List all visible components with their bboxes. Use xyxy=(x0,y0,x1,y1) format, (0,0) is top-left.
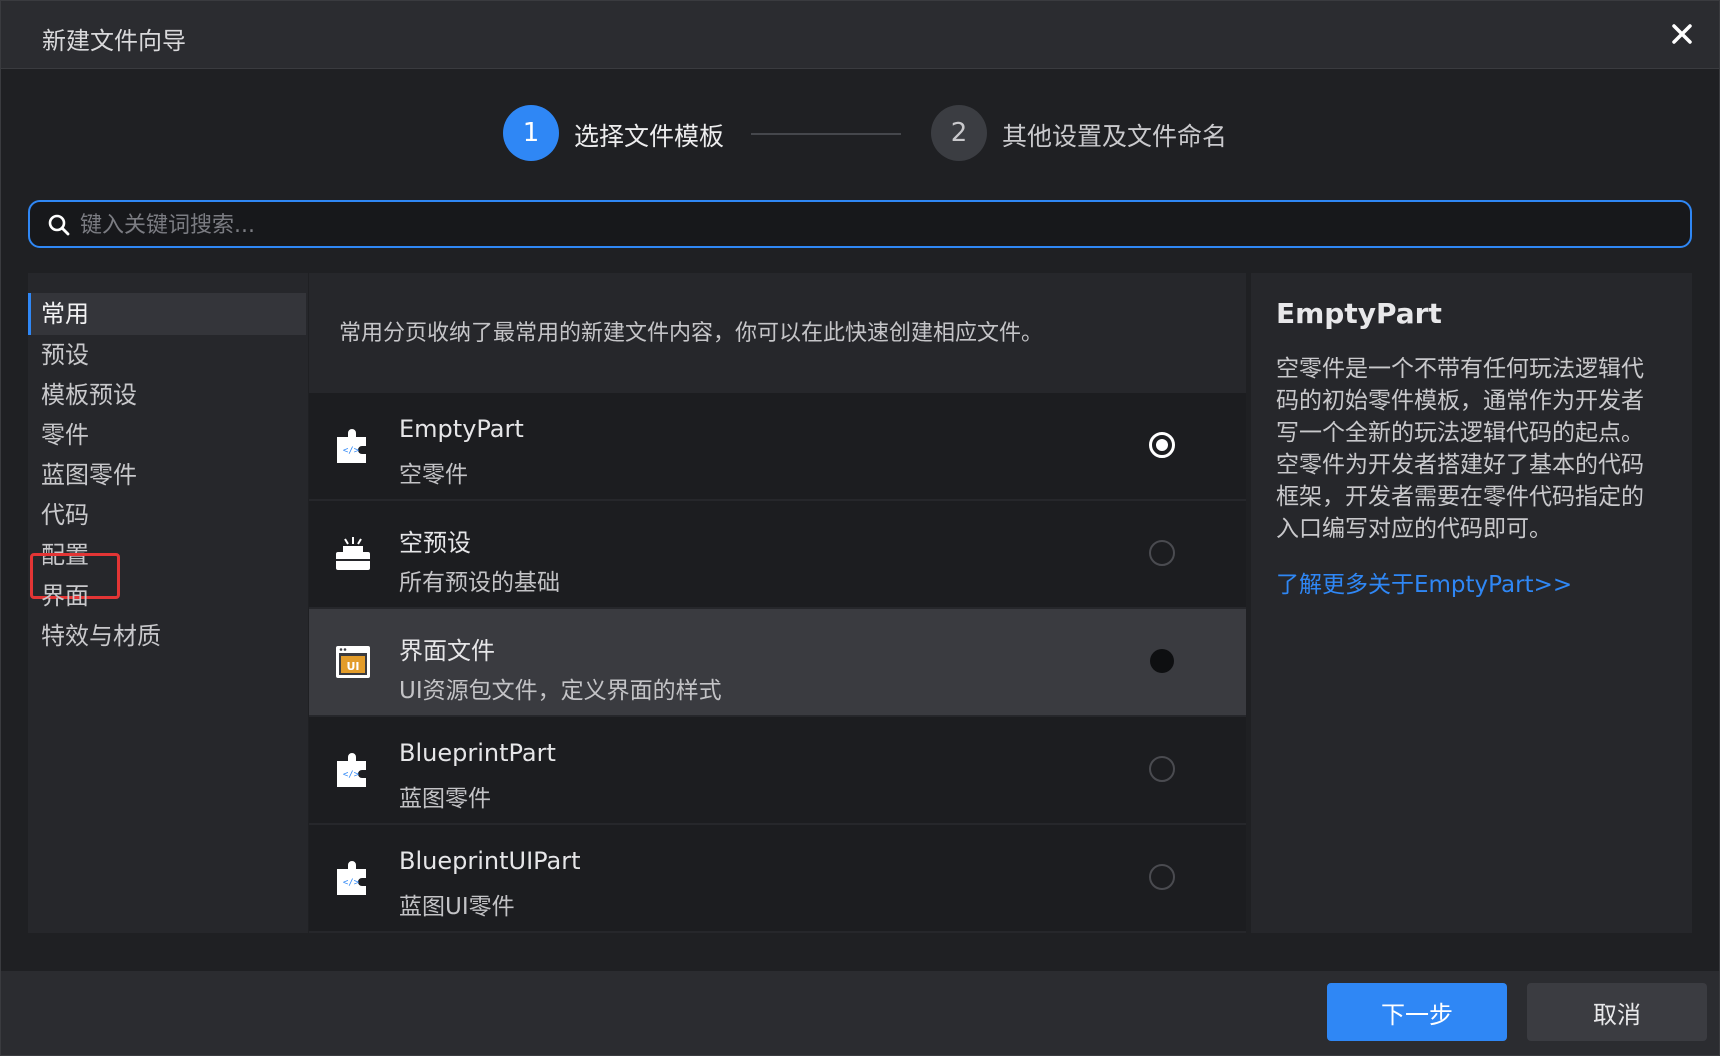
template-row-blueprintuipart[interactable]: </> BlueprintUIPart 蓝图UI零件 xyxy=(309,825,1246,931)
template-row-blueprintpart[interactable]: </> BlueprintPart 蓝图零件 xyxy=(309,717,1246,823)
sidebar-item-blueprint-part[interactable]: 蓝图零件 xyxy=(28,454,306,496)
step-1-label: 选择文件模板 xyxy=(574,122,725,151)
search-input[interactable] xyxy=(78,208,1662,242)
sidebar-item-effects-materials[interactable]: 特效与材质 xyxy=(28,615,306,657)
dialog-footer: 下一步 取消 xyxy=(1,971,1719,1055)
close-icon xyxy=(1672,24,1692,44)
prefab-icon xyxy=(336,537,370,570)
detail-title: EmptyPart xyxy=(1276,297,1442,330)
cancel-button[interactable]: 取消 xyxy=(1527,983,1707,1041)
template-title: 界面文件 xyxy=(399,637,495,665)
category-description: 常用分页收纳了最常用的新建文件内容，你可以在此快速创建相应文件。 xyxy=(339,321,1044,346)
template-row-ui-file[interactable]: UI 界面文件 UI资源包文件，定义界面的样式 xyxy=(309,609,1246,715)
step-connector xyxy=(751,133,901,135)
template-title: 空预设 xyxy=(399,529,471,557)
puzzle-code-icon: </> xyxy=(337,429,366,463)
template-subtitle: 蓝图UI零件 xyxy=(399,894,515,920)
sidebar-item-ui[interactable]: 界面 xyxy=(28,575,306,617)
sidebar-item-part[interactable]: 零件 xyxy=(28,414,306,456)
template-radio-selected[interactable] xyxy=(1149,432,1175,458)
puzzle-code-icon: </> xyxy=(337,753,366,787)
sidebar-item-template-preset[interactable]: 模板预设 xyxy=(28,374,306,416)
svg-text:UI: UI xyxy=(346,660,359,673)
new-file-wizard-dialog: 新建文件向导 1 选择文件模板 2 其他设置及文件命名 常用 预设 模板预设 零… xyxy=(0,0,1720,1056)
sidebar-item-common[interactable]: 常用 xyxy=(28,293,306,335)
search-icon xyxy=(48,214,70,236)
sidebar-item-code[interactable]: 代码 xyxy=(28,494,306,536)
wizard-steps: 1 选择文件模板 2 其他设置及文件命名 xyxy=(1,105,1719,161)
ui-file-icon: UI xyxy=(336,646,370,678)
template-list-panel: 常用分页收纳了最常用的新建文件内容，你可以在此快速创建相应文件。 </> Emp… xyxy=(309,273,1246,933)
template-radio[interactable] xyxy=(1149,648,1175,674)
close-button[interactable] xyxy=(1663,15,1701,53)
template-row-empty-preset[interactable]: 空预设 所有预设的基础 xyxy=(309,501,1246,607)
title-bar: 新建文件向导 xyxy=(1,1,1719,69)
template-row-emptypart[interactable]: </> EmptyPart 空零件 xyxy=(309,393,1246,499)
template-radio[interactable] xyxy=(1149,540,1175,566)
template-radio[interactable] xyxy=(1149,864,1175,890)
template-title: EmptyPart xyxy=(399,415,524,443)
template-subtitle: 空零件 xyxy=(399,462,468,488)
window-title: 新建文件向导 xyxy=(42,27,186,55)
next-step-button[interactable]: 下一步 xyxy=(1327,983,1507,1041)
svg-text:</>: </> xyxy=(343,878,360,888)
template-title: BlueprintPart xyxy=(399,739,556,767)
step-2-indicator: 2 xyxy=(931,105,987,161)
detail-description: 空零件是一个不带有任何玩法逻辑代码的初始零件模板，通常作为开发者写一个全新的玩法… xyxy=(1276,356,1644,542)
template-title: BlueprintUIPart xyxy=(399,847,581,875)
template-subtitle: 所有预设的基础 xyxy=(399,570,560,596)
step-2-label: 其他设置及文件命名 xyxy=(1002,122,1228,151)
template-radio[interactable] xyxy=(1149,756,1175,782)
svg-text:</>: </> xyxy=(343,770,360,780)
category-sidebar: 常用 预设 模板预设 零件 蓝图零件 代码 配置 界面 特效与材质 xyxy=(28,273,308,933)
learn-more-link[interactable]: 了解更多关于EmptyPart>> xyxy=(1276,565,1572,599)
step-1-indicator: 1 xyxy=(503,105,559,161)
template-detail-panel: EmptyPart 空零件是一个不带有任何玩法逻辑代码的初始零件模板，通常作为开… xyxy=(1251,273,1692,933)
puzzle-code-icon: </> xyxy=(337,861,366,895)
template-subtitle: UI资源包文件，定义界面的样式 xyxy=(399,678,722,704)
template-subtitle: 蓝图零件 xyxy=(399,786,491,812)
sidebar-item-preset[interactable]: 预设 xyxy=(28,334,306,376)
search-box[interactable] xyxy=(28,200,1692,248)
svg-text:</>: </> xyxy=(343,446,360,456)
